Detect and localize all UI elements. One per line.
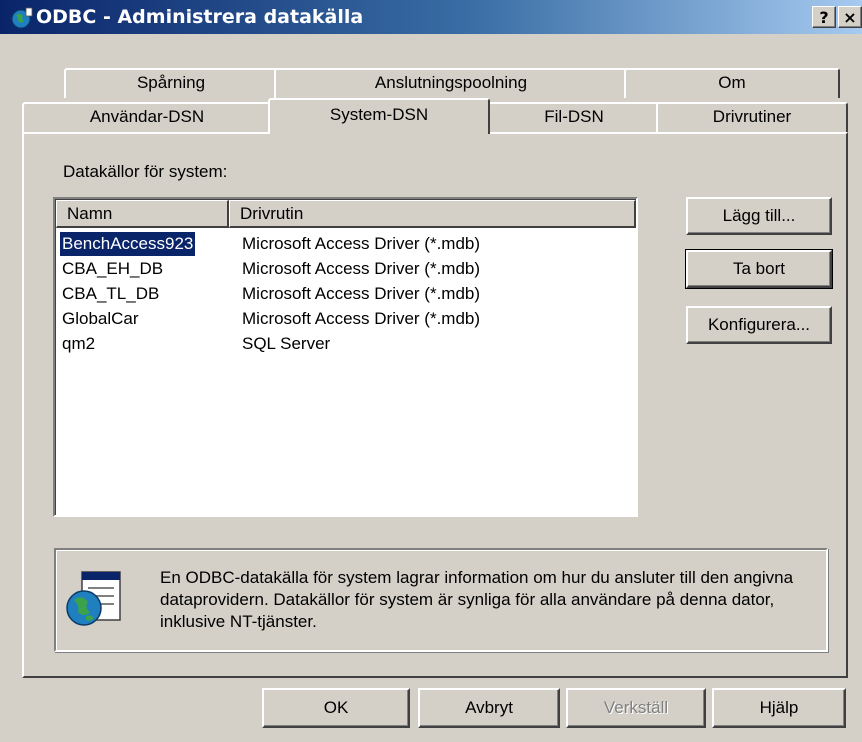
- window-title: ODBC - Administrera datakälla: [36, 6, 364, 28]
- list-item-driver: Microsoft Access Driver (*.mdb): [242, 284, 481, 303]
- list-item[interactable]: CBA_EH_DB Microsoft Access Driver (*.mdb…: [58, 257, 633, 281]
- tab-om[interactable]: Om: [624, 68, 840, 98]
- data-sources-list[interactable]: Namn Drivrutin BenchAccess923 Microsoft …: [53, 197, 638, 517]
- list-item-name: GlobalCar: [62, 309, 139, 328]
- remove-button[interactable]: Ta bort: [685, 249, 833, 289]
- list-item-name: CBA_TL_DB: [62, 284, 160, 303]
- list-item-driver: Microsoft Access Driver (*.mdb): [242, 259, 481, 278]
- list-item-driver: Microsoft Access Driver (*.mdb): [242, 309, 481, 328]
- close-button[interactable]: ×: [838, 6, 862, 28]
- ok-button[interactable]: OK: [262, 688, 410, 728]
- tab-sparning[interactable]: Spårning: [64, 68, 278, 98]
- list-item-name: BenchAccess923: [60, 232, 196, 256]
- list-item[interactable]: GlobalCar Microsoft Access Driver (*.mdb…: [58, 307, 633, 331]
- cancel-button[interactable]: Avbryt: [418, 688, 560, 728]
- tab-system-dsn[interactable]: System-DSN: [268, 98, 490, 134]
- list-item[interactable]: BenchAccess923 Microsoft Access Driver (…: [58, 232, 633, 256]
- apply-button[interactable]: Verkställ: [566, 688, 706, 728]
- odbc-globe-icon: [11, 7, 33, 29]
- help-button[interactable]: Hjälp: [712, 688, 846, 728]
- add-button[interactable]: Lägg till...: [686, 197, 832, 235]
- list-item-driver: SQL Server: [242, 334, 331, 353]
- configure-button[interactable]: Konfigurera...: [686, 306, 832, 344]
- odbc-dialog-window: ODBC - Administrera datakälla ? × Spårni…: [0, 0, 862, 742]
- data-sources-label: Datakällor för system:: [63, 162, 228, 181]
- list-item-name: qm2: [62, 334, 96, 353]
- title-bar[interactable]: ODBC - Administrera datakälla ? ×: [0, 0, 862, 34]
- column-header-name[interactable]: Namn: [56, 200, 229, 228]
- tab-anvandar-dsn[interactable]: Användar-DSN: [22, 102, 272, 132]
- tab-fil-dsn[interactable]: Fil-DSN: [488, 102, 660, 132]
- tab-anslutningspoolning[interactable]: Anslutningspoolning: [274, 68, 628, 98]
- column-header-driver[interactable]: Drivrutin: [229, 200, 636, 228]
- list-item-driver: Microsoft Access Driver (*.mdb): [242, 234, 481, 253]
- list-item-name: CBA_EH_DB: [62, 259, 164, 278]
- list-item[interactable]: CBA_TL_DB Microsoft Access Driver (*.mdb…: [58, 282, 633, 306]
- list-item[interactable]: qm2 SQL Server: [58, 332, 633, 356]
- data-source-info-icon: [66, 571, 121, 626]
- help-title-button[interactable]: ?: [812, 6, 836, 28]
- tab-drivrutiner[interactable]: Drivrutiner: [656, 102, 848, 132]
- info-description: En ODBC-datakälla för system lagrar info…: [160, 568, 794, 631]
